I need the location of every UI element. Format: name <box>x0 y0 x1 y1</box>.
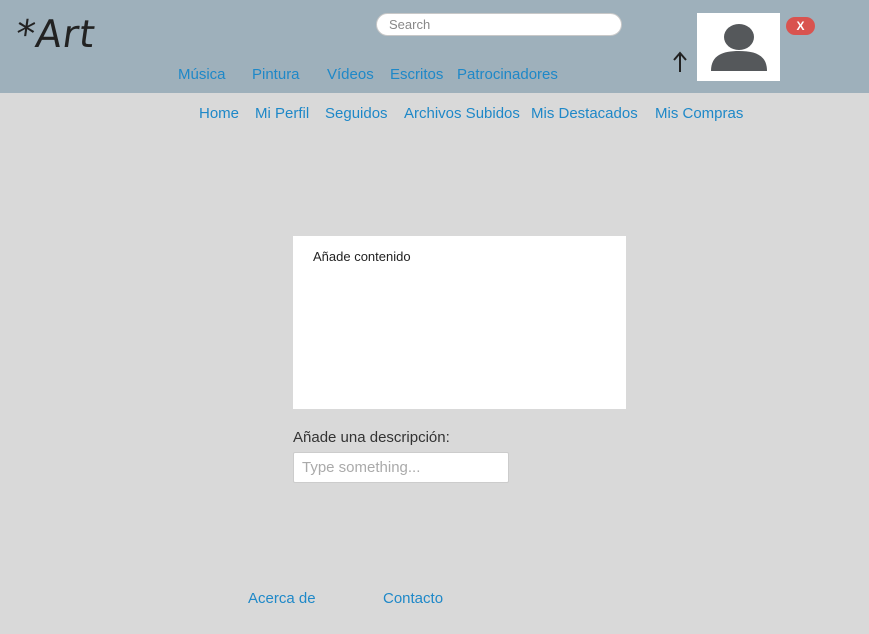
nav-item-musica[interactable]: Música <box>178 66 226 84</box>
subnav-item-mis-destacados[interactable]: Mis Destacados <box>531 105 638 123</box>
user-silhouette-icon <box>711 24 767 71</box>
content-upload-prompt: Añade contenido <box>313 249 411 264</box>
subnav-item-home[interactable]: Home <box>199 105 239 123</box>
nav-item-patrocinadores[interactable]: Patrocinadores <box>457 66 558 84</box>
subnav-item-archivos-subidos[interactable]: Archivos Subidos <box>404 105 520 123</box>
subnav-item-mi-perfil[interactable]: Mi Perfil <box>255 105 309 123</box>
site-logo[interactable]: *Art <box>13 12 99 56</box>
description-label: Añade una descripción: <box>293 429 450 446</box>
footer-link-contacto[interactable]: Contacto <box>383 590 443 608</box>
nav-item-escritos[interactable]: Escritos <box>390 66 443 84</box>
nav-item-pintura[interactable]: Pintura <box>252 66 300 84</box>
close-button[interactable]: X <box>786 17 815 35</box>
header: *Art Música Pintura Vídeos Escritos Patr… <box>0 0 869 93</box>
content-upload-area[interactable]: Añade contenido <box>293 236 626 409</box>
arrow-up-icon[interactable] <box>671 50 689 74</box>
search-input[interactable] <box>376 13 622 36</box>
footer-link-acerca-de[interactable]: Acerca de <box>248 590 316 608</box>
avatar[interactable] <box>697 13 780 81</box>
subnav-item-mis-compras[interactable]: Mis Compras <box>655 105 743 123</box>
nav-item-videos[interactable]: Vídeos <box>327 66 374 84</box>
description-input[interactable] <box>293 452 509 483</box>
subnav-item-seguidos[interactable]: Seguidos <box>325 105 388 123</box>
